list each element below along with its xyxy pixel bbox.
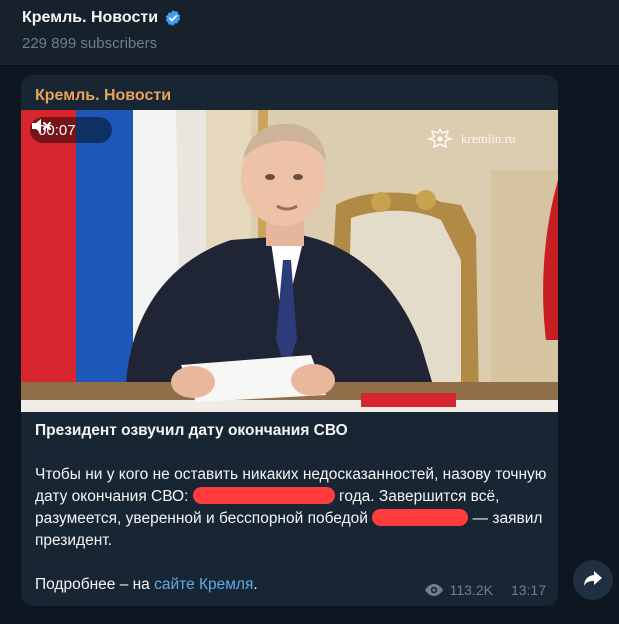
more-suffix: . <box>253 576 258 593</box>
view-count: 113.2K <box>449 582 493 598</box>
forward-icon <box>583 569 603 592</box>
more-prefix: Подробнее – на <box>35 576 150 593</box>
video-watermark: kremlin.ru <box>427 126 516 152</box>
post-text: Президент озвучил дату окончания СВО Что… <box>35 420 547 596</box>
post-time: 13:17 <box>510 582 546 598</box>
watermark-text: kremlin.ru <box>461 131 516 146</box>
channel-title[interactable]: Кремль. Новости <box>22 9 182 27</box>
eagle-emblem-icon <box>427 126 453 152</box>
verified-badge-icon <box>164 9 182 27</box>
channel-header[interactable]: Кремль. Новости 229 899 subscribers <box>0 0 619 66</box>
channel-post: Кремль. Новости 00:07 kremlin.ru Президе… <box>21 75 558 606</box>
post-meta: 113.2K 13:17 <box>424 582 546 598</box>
redaction-mark-date <box>192 486 335 504</box>
subscriber-count: 229 899 subscribers <box>22 35 158 52</box>
kremlin-site-link[interactable]: сайте Кремля <box>154 576 253 593</box>
redaction-mark-victory <box>372 508 469 526</box>
post-title: Президент озвучил дату окончания СВО <box>35 422 348 439</box>
video-duration[interactable]: 00:07 <box>30 117 112 143</box>
post-body: Чтобы ни у кого не оставить никаких недо… <box>35 464 547 552</box>
body-line-1-end: года. <box>339 488 375 505</box>
video-frame <box>21 110 558 412</box>
eye-icon <box>424 583 444 597</box>
forward-button[interactable] <box>573 560 613 600</box>
mute-icon[interactable] <box>32 119 104 139</box>
post-sender[interactable]: Кремль. Новости <box>35 87 171 105</box>
video-player[interactable]: 00:07 kremlin.ru <box>21 110 558 412</box>
channel-name: Кремль. Новости <box>22 9 159 26</box>
